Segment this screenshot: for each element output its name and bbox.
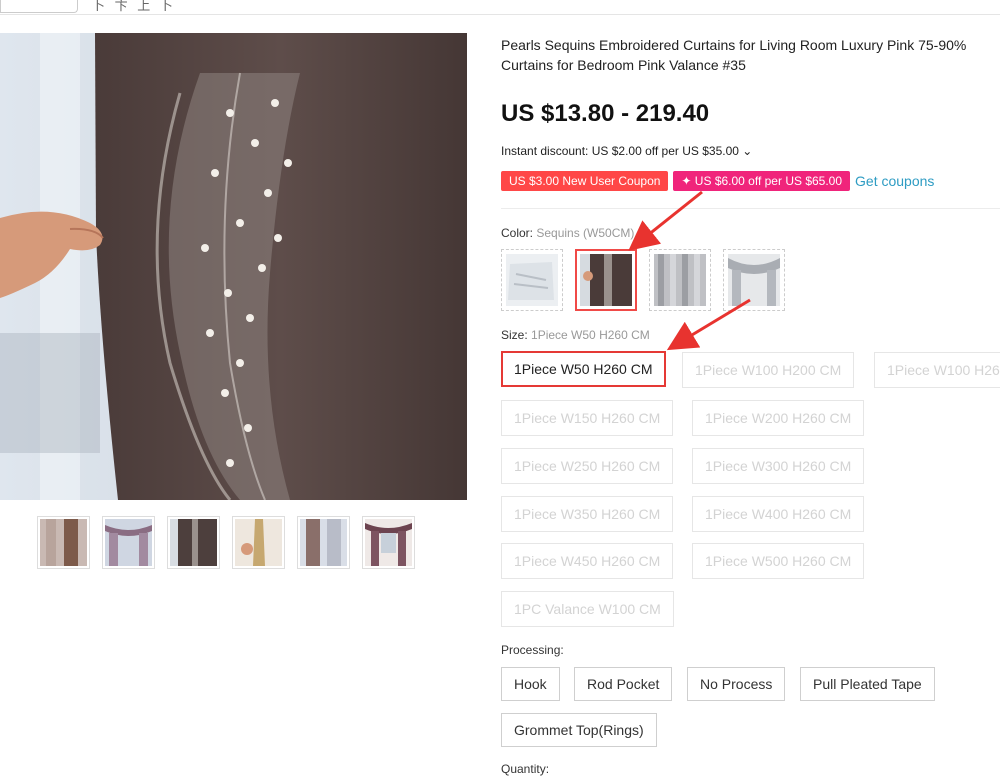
search-input[interactable] bbox=[0, 0, 78, 13]
instant-discount[interactable]: Instant discount: US $2.00 off per US $3… bbox=[501, 144, 752, 158]
product-title-line1: Pearls Sequins Embroidered Curtains for … bbox=[501, 37, 967, 53]
get-coupons-link[interactable]: Get coupons bbox=[855, 173, 934, 189]
chevron-down-icon[interactable]: ⌄ bbox=[742, 144, 752, 158]
size-option-w500-h260[interactable]: 1Piece W500 H260 CM bbox=[692, 543, 865, 579]
divider bbox=[501, 208, 1000, 209]
size-option-w300-h260[interactable]: 1Piece W300 H260 CM bbox=[692, 448, 865, 484]
thumbnail-5[interactable] bbox=[297, 516, 350, 569]
processing-option-grommet-top[interactable]: Grommet Top(Rings) bbox=[501, 713, 657, 747]
size-label-row: Size: 1Piece W50 H260 CM bbox=[501, 328, 650, 342]
color-option-sequins[interactable] bbox=[575, 249, 637, 311]
thumbnail-strip bbox=[37, 516, 415, 569]
size-option-w450-h260[interactable]: 1Piece W450 H260 CM bbox=[501, 543, 674, 579]
main-product-image[interactable] bbox=[0, 33, 467, 500]
color-options bbox=[501, 249, 785, 311]
processing-option-hook[interactable]: Hook bbox=[501, 667, 560, 701]
size-option-w400-h260[interactable]: 1Piece W400 H260 CM bbox=[692, 496, 865, 532]
product-title-line2: Curtains for Bedroom Pink Valance #35 bbox=[501, 57, 746, 73]
size-option-w50-h260[interactable]: 1Piece W50 H260 CM bbox=[501, 351, 666, 387]
thumbnail-6[interactable] bbox=[362, 516, 415, 569]
size-option-valance-w100[interactable]: 1PC Valance W100 CM bbox=[501, 591, 674, 627]
processing-option-pull-pleated-tape[interactable]: Pull Pleated Tape bbox=[800, 667, 935, 701]
size-option-w100-h260[interactable]: 1Piece W100 H260 CM bbox=[874, 352, 1000, 388]
size-label: Size: bbox=[501, 328, 528, 342]
size-option-w150-h260[interactable]: 1Piece W150 H260 CM bbox=[501, 400, 674, 436]
color-label-row: Color: Sequins (W50CM) bbox=[501, 226, 634, 240]
color-option-white-sheer[interactable] bbox=[501, 249, 563, 311]
size-option-w200-h260[interactable]: 1Piece W200 H260 CM bbox=[692, 400, 865, 436]
size-option-w250-h260[interactable]: 1Piece W250 H260 CM bbox=[501, 448, 674, 484]
processing-option-rod-pocket[interactable]: Rod Pocket bbox=[574, 667, 673, 701]
coupon-row: US $3.00 New User Coupon ✦ US $6.00 off … bbox=[501, 170, 934, 192]
product-info-panel: Pearls Sequins Embroidered Curtains for … bbox=[501, 0, 1000, 776]
new-user-coupon-badge[interactable]: US $3.00 New User Coupon bbox=[501, 171, 669, 191]
processing-option-no-process[interactable]: No Process bbox=[687, 667, 786, 701]
color-label: Color: bbox=[501, 226, 534, 240]
price: US $13.80 - 219.40 bbox=[501, 100, 710, 127]
thumbnail-3[interactable] bbox=[167, 516, 220, 569]
processing-label: Processing: bbox=[501, 643, 564, 657]
color-selected-value: Sequins (W50CM) bbox=[536, 226, 635, 240]
thumbnail-4[interactable] bbox=[232, 516, 285, 569]
color-option-grey-blackout[interactable] bbox=[649, 249, 711, 311]
size-selected-value: 1Piece W50 H260 CM bbox=[531, 328, 650, 342]
size-option-w100-h200[interactable]: 1Piece W100 H200 CM bbox=[682, 352, 855, 388]
thumbnail-2[interactable] bbox=[102, 516, 155, 569]
store-coupon-badge[interactable]: ✦ US $6.00 off per US $65.00 bbox=[673, 171, 851, 191]
size-option-w350-h260[interactable]: 1Piece W350 H260 CM bbox=[501, 496, 674, 532]
color-option-valance[interactable] bbox=[723, 249, 785, 311]
quantity-label: Quantity: bbox=[501, 762, 550, 776]
toolbar-glyphs: 卜 卞 上 卜 bbox=[92, 0, 176, 13]
instant-discount-text: Instant discount: US $2.00 off per US $3… bbox=[501, 144, 739, 158]
product-title: Pearls Sequins Embroidered Curtains for … bbox=[501, 35, 1000, 75]
thumbnail-1[interactable] bbox=[37, 516, 90, 569]
